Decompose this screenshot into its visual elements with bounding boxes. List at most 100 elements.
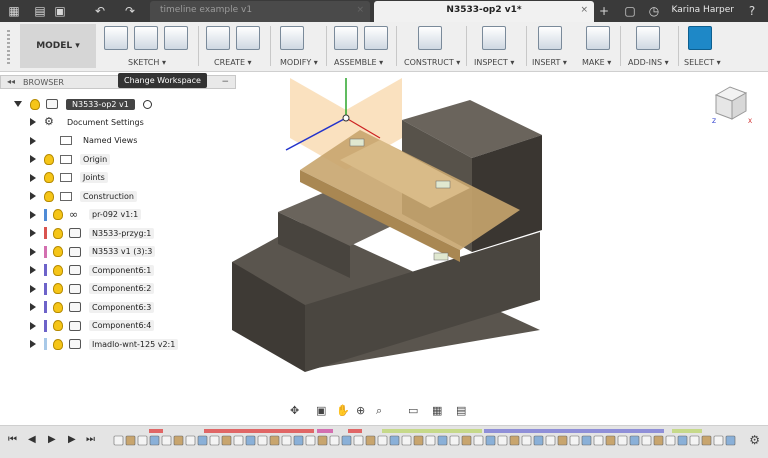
timeline-feature[interactable] — [353, 435, 364, 446]
timeline-feature[interactable] — [413, 435, 424, 446]
tree-item-label[interactable]: Document Settings — [64, 117, 147, 128]
pattern-icon[interactable] — [236, 26, 260, 50]
timeline-feature[interactable] — [461, 435, 472, 446]
tree-item-label[interactable]: Construction — [80, 190, 137, 202]
origin-point[interactable] — [342, 114, 350, 122]
tree-item-label[interactable]: Component6:4 — [89, 320, 155, 331]
timeline-feature[interactable] — [329, 435, 340, 446]
fit-icon[interactable]: ⌕ — [376, 404, 382, 418]
modify-label[interactable]: MODIFY ▾ — [280, 58, 318, 67]
create-sketch-icon[interactable] — [104, 26, 128, 50]
visibility-bulb-icon[interactable] — [53, 320, 63, 331]
timeline-feature[interactable] — [689, 435, 700, 446]
expand-triangle-icon[interactable] — [14, 101, 22, 107]
timeline-feature[interactable] — [509, 435, 520, 446]
timeline-feature[interactable] — [425, 435, 436, 446]
insert-image-icon[interactable] — [538, 26, 562, 50]
tree-item[interactable]: Origin — [30, 152, 111, 166]
inspect-label[interactable]: INSPECT ▾ — [474, 58, 514, 67]
timeline-feature[interactable] — [677, 435, 688, 446]
expand-triangle-icon[interactable] — [30, 229, 36, 237]
close-icon[interactable]: × — [580, 5, 588, 15]
timeline-feature[interactable] — [293, 435, 304, 446]
toolbar-grip[interactable] — [7, 30, 10, 64]
timeline-feature[interactable] — [161, 435, 172, 446]
tree-item[interactable]: Component6:1 — [30, 263, 155, 277]
timeline-feature[interactable] — [377, 435, 388, 446]
timeline-feature[interactable] — [569, 435, 580, 446]
timeline-features[interactable] — [113, 435, 736, 446]
tree-item-label[interactable]: pr-092 v1:1 — [89, 209, 142, 220]
select-cursor-icon[interactable] — [688, 26, 712, 50]
visibility-bulb-icon[interactable] — [30, 98, 40, 110]
tree-root[interactable]: N3533-op2 v1 — [14, 97, 152, 111]
expand-triangle-icon[interactable] — [30, 321, 36, 330]
expand-triangle-icon[interactable] — [30, 192, 36, 200]
visibility-bulb-icon[interactable] — [44, 190, 54, 202]
new-component-icon[interactable] — [334, 26, 358, 50]
expand-triangle-icon[interactable] — [30, 303, 36, 311]
grid-menu-icon[interactable]: ▦ — [6, 3, 22, 19]
select-label[interactable]: SELECT ▾ — [684, 58, 721, 67]
joint-marker[interactable] — [435, 180, 451, 189]
timeline-feature[interactable] — [113, 435, 124, 446]
expand-triangle-icon[interactable] — [30, 155, 36, 163]
step-back-icon[interactable]: ◀ — [28, 434, 36, 445]
tab-active-document[interactable]: N3533-op2 v1* × — [374, 1, 594, 22]
timeline-feature[interactable] — [437, 435, 448, 446]
timeline-feature[interactable] — [221, 435, 232, 446]
timeline-feature[interactable] — [473, 435, 484, 446]
timeline-feature[interactable] — [617, 435, 628, 446]
visibility-bulb-icon[interactable] — [53, 209, 63, 220]
timeline-feature[interactable] — [557, 435, 568, 446]
timeline-feature[interactable] — [389, 435, 400, 446]
timeline-feature[interactable] — [605, 435, 616, 446]
expand-triangle-icon[interactable] — [30, 247, 36, 256]
expand-triangle-icon[interactable] — [30, 173, 36, 182]
joint-marker[interactable] — [349, 138, 365, 147]
file-icon[interactable]: ▤ — [32, 3, 48, 19]
timeline-feature[interactable] — [449, 435, 460, 446]
measure-icon[interactable] — [482, 26, 506, 50]
timeline-track[interactable] — [112, 429, 742, 451]
save-icon[interactable]: ▣ — [52, 3, 68, 19]
visibility-bulb-icon[interactable] — [44, 153, 54, 165]
timeline-feature[interactable] — [281, 435, 292, 446]
timeline-feature[interactable] — [545, 435, 556, 446]
timeline-feature[interactable] — [245, 435, 256, 446]
play-icon[interactable]: ▶ — [48, 434, 56, 445]
timeline-feature[interactable] — [125, 435, 136, 446]
user-name[interactable]: Karina Harper — [672, 5, 734, 15]
root-component-label[interactable]: N3533-op2 v1 — [66, 98, 135, 110]
visibility-bulb-icon[interactable] — [44, 172, 54, 183]
timeline-feature[interactable] — [593, 435, 604, 446]
timeline-feature[interactable] — [497, 435, 508, 446]
visibility-bulb-icon[interactable] — [53, 283, 63, 294]
timeline-feature[interactable] — [173, 435, 184, 446]
pan-icon[interactable]: ✋ — [336, 404, 350, 417]
go-to-end-icon[interactable]: ⏭ — [86, 434, 95, 445]
spline-icon[interactable] — [134, 26, 158, 50]
new-tab-icon[interactable]: + — [596, 3, 612, 19]
step-forward-icon[interactable]: ▶ — [68, 434, 76, 445]
timeline-feature[interactable] — [653, 435, 664, 446]
collapse-arrows-icon[interactable]: ◂◂ — [7, 77, 15, 86]
timeline-feature[interactable] — [713, 435, 724, 446]
timeline-feature[interactable] — [269, 435, 280, 446]
orbit-icon[interactable]: ✥ — [290, 404, 299, 417]
tree-item[interactable]: Imadlo-wnt-125 v2:1 — [30, 337, 179, 351]
tree-item-label[interactable]: N3533 v1 (3):3 — [89, 246, 156, 257]
tree-item-label[interactable]: Component6:1 — [89, 264, 155, 276]
viewports-icon[interactable]: ▤ — [456, 404, 466, 417]
tree-item-label[interactable]: Component6:3 — [89, 301, 155, 313]
visibility-bulb-icon[interactable] — [53, 301, 63, 313]
expand-triangle-icon[interactable] — [30, 210, 36, 219]
display-settings-icon[interactable]: ▭ — [408, 404, 418, 417]
chat-icon[interactable]: ▢ — [622, 3, 638, 19]
addins-label[interactable]: ADD-INS ▾ — [628, 58, 669, 67]
create-label[interactable]: CREATE ▾ — [214, 58, 252, 67]
tree-item-label[interactable]: Origin — [80, 153, 111, 165]
timeline-feature[interactable] — [521, 435, 532, 446]
timeline-feature[interactable] — [581, 435, 592, 446]
timeline-settings-gear-icon[interactable]: ⚙ — [749, 433, 760, 447]
